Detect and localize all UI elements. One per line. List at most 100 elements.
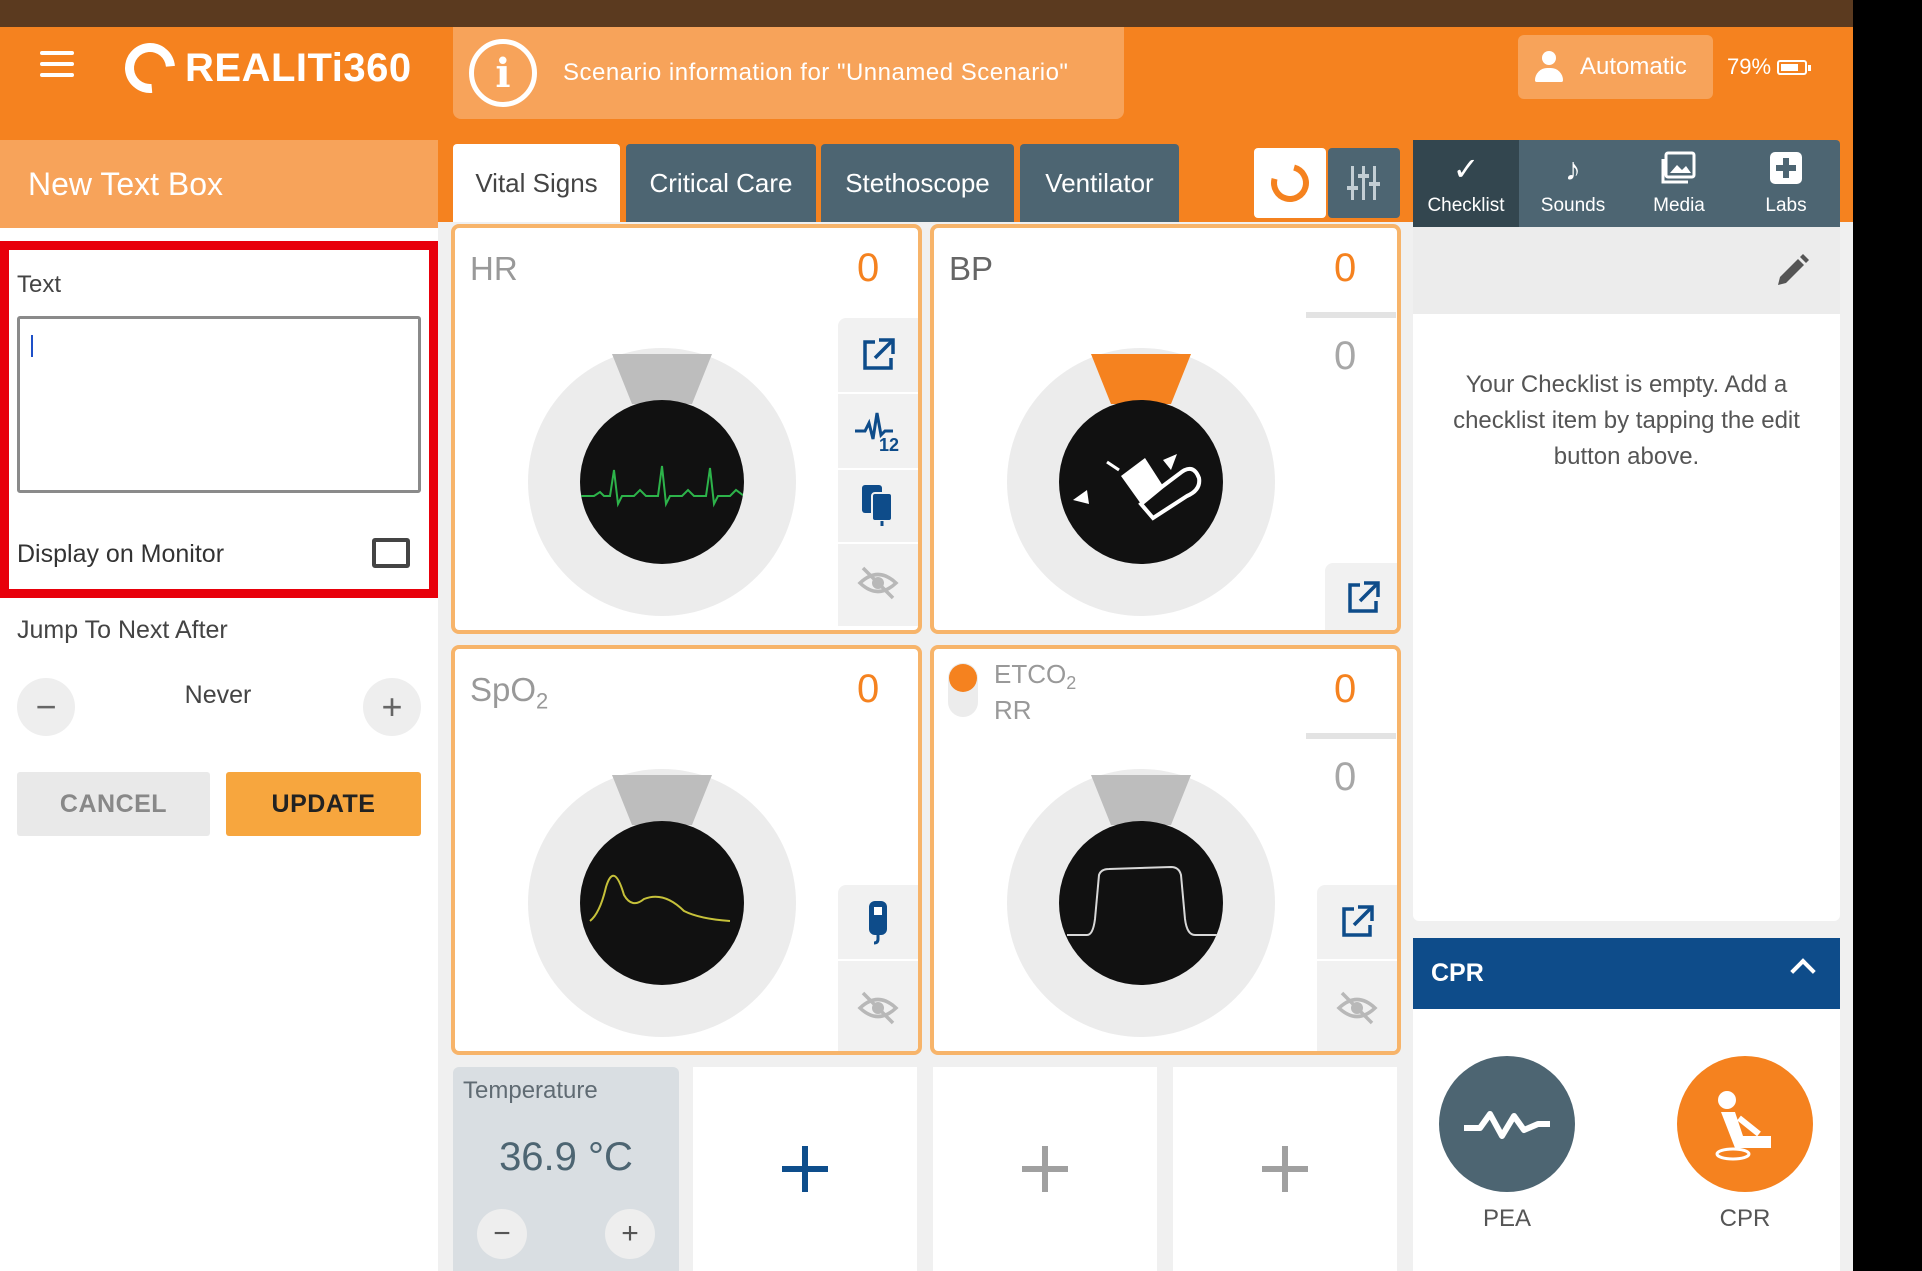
hr-gauge [528, 348, 796, 616]
temperature-label: Temperature [463, 1077, 598, 1104]
spo2-card[interactable]: SpO2 0 [451, 645, 922, 1055]
refresh-button[interactable] [1254, 148, 1326, 218]
cpr-section-header[interactable]: CPR [1413, 938, 1840, 1009]
mode-toggle-button[interactable]: Automatic [1518, 35, 1713, 99]
tab-sounds[interactable]: ♪ Sounds [1520, 140, 1626, 227]
spo2-value: 0 [857, 667, 880, 711]
bp-card[interactable]: BP 0 0 [930, 224, 1401, 634]
bp-gauge-marker [1091, 354, 1191, 404]
checklist-panel: Your Checklist is empty. Add a checklist… [1413, 227, 1840, 921]
text-input[interactable] [17, 316, 421, 493]
checklist-header [1413, 227, 1840, 314]
add-parameter-slot[interactable] [693, 1067, 917, 1271]
pulse-oximeter-icon[interactable] [846, 889, 910, 955]
tab-media-label: Media [1653, 195, 1705, 216]
jump-increment-button[interactable]: + [363, 678, 421, 736]
temperature-increment-button[interactable]: + [605, 1209, 655, 1259]
side-tab-bar: ✓ Checklist ♪ Sounds Media Labs [1413, 140, 1840, 227]
text-box-editor-panel: New Text Box Text Display on Monitor Jum… [0, 140, 438, 1271]
open-external-icon[interactable] [846, 322, 910, 388]
update-button[interactable]: UPDATE [226, 772, 421, 836]
cpr-section-title: CPR [1431, 959, 1484, 987]
tab-vital-signs[interactable]: Vital Signs [453, 144, 620, 222]
add-parameter-slot[interactable] [1173, 1067, 1397, 1271]
etco2-eye-off-icon[interactable] [1325, 975, 1389, 1041]
text-cursor [31, 335, 33, 357]
edit-pencil-icon[interactable] [1772, 251, 1812, 291]
rr-title: RR [994, 695, 1032, 725]
tab-critical-care[interactable]: Critical Care [626, 144, 816, 222]
defib-pads-icon[interactable] [846, 472, 910, 538]
logo-ring-icon [114, 32, 186, 104]
eye-off-icon[interactable] [846, 550, 910, 616]
hr-gauge-marker [612, 354, 712, 404]
spo2-title: SpO2 [470, 671, 548, 715]
display-on-monitor-checkbox[interactable] [372, 538, 410, 568]
tab-sounds-label: Sounds [1540, 195, 1606, 216]
tab-checklist-label: Checklist [1427, 195, 1505, 216]
etco2-card[interactable]: ETCO2 RR 0 0 [930, 645, 1401, 1055]
jump-decrement-button[interactable]: − [17, 678, 75, 736]
settings-sliders-button[interactable] [1328, 148, 1400, 218]
svg-text:12: 12 [879, 435, 899, 453]
app-logo: REALITi360 [114, 32, 412, 104]
cpr-button[interactable] [1677, 1056, 1813, 1192]
scenario-info-button[interactable]: i Scenario information for "Unnamed Scen… [453, 27, 1124, 119]
battery-icon [1777, 59, 1812, 75]
pleth-waveform [580, 821, 744, 985]
spo2-title-sub: 2 [536, 688, 549, 714]
hr-value: 0 [857, 246, 880, 290]
etco2-value: 0 [1334, 667, 1357, 711]
spo2-actions [838, 885, 918, 1051]
battery-fill [1781, 63, 1799, 71]
capnography-waveform [1059, 821, 1223, 985]
battery-percent: 79% [1727, 54, 1772, 79]
tab-stethoscope[interactable]: Stethoscope [821, 144, 1014, 222]
spo2-eye-off-icon[interactable] [846, 975, 910, 1041]
pea-button[interactable] [1439, 1056, 1575, 1192]
add-parameter-slot[interactable] [933, 1067, 1157, 1271]
ecg-waveform [580, 400, 744, 564]
cpr-person-icon [1715, 1091, 1771, 1161]
battery-indicator: 79% [1727, 54, 1812, 80]
etco2-title-sub: 2 [1066, 673, 1077, 694]
bp-diastolic-value: 0 [1334, 334, 1357, 378]
chevron-up-icon [1790, 958, 1816, 984]
hr-card[interactable]: HR 0 12 [451, 224, 922, 634]
info-icon: i [469, 39, 537, 107]
temperature-decrement-button[interactable]: − [477, 1209, 527, 1259]
bp-title: BP [949, 250, 994, 287]
mode-label: Automatic [1580, 53, 1687, 80]
plus-box-icon [1769, 151, 1803, 187]
panel-title: New Text Box [0, 140, 438, 228]
add-icon [1022, 1146, 1068, 1192]
hr-title: HR [470, 250, 518, 287]
cancel-button[interactable]: CANCEL [17, 772, 210, 836]
rr-value: 0 [1334, 755, 1357, 799]
tab-checklist[interactable]: ✓ Checklist [1413, 140, 1519, 227]
image-icon [1661, 151, 1697, 187]
hr-actions: 12 [838, 318, 918, 626]
tab-ventilator[interactable]: Ventilator [1020, 144, 1179, 222]
ecg-12-lead-icon[interactable]: 12 [846, 398, 910, 464]
tab-labs[interactable]: Labs [1733, 140, 1839, 227]
scenario-info-text: Scenario information for "Unnamed Scenar… [563, 59, 1069, 86]
temperature-card[interactable]: Temperature 36.9 °C − + [453, 1067, 679, 1271]
tab-labs-label: Labs [1765, 195, 1807, 216]
bp-cuff-icon [1059, 400, 1223, 564]
etco2-open-external-icon[interactable] [1325, 889, 1389, 955]
music-note-icon: ♪ [1565, 151, 1581, 187]
app-header: REALITi360 i Scenario information for "U… [0, 27, 1853, 140]
spo2-title-text: SpO [470, 671, 537, 708]
display-on-monitor-label: Display on Monitor [17, 540, 225, 568]
status-strip [0, 0, 1853, 27]
pea-waveform-icon [1464, 1111, 1550, 1139]
menu-icon[interactable] [40, 51, 74, 77]
tab-media[interactable]: Media [1626, 140, 1732, 227]
jump-to-next-label: Jump To Next After [17, 616, 228, 644]
person-icon [1534, 51, 1564, 83]
jump-value: Never [184, 681, 252, 709]
etco2-gauge-marker [1091, 775, 1191, 825]
etco2-source-toggle[interactable] [948, 663, 978, 717]
bp-open-external-icon[interactable] [1325, 563, 1397, 630]
